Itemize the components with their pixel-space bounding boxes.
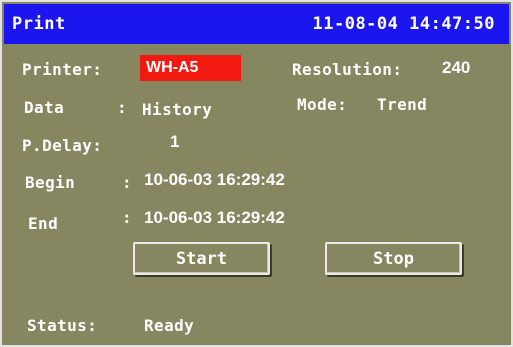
resolution-value[interactable]: 240 [442,58,470,78]
start-button[interactable]: Start [133,242,270,275]
end-label: End [28,214,59,233]
stop-button[interactable]: Stop [325,242,462,275]
mode-label: Mode: [297,95,348,114]
screen-title: Print [12,14,66,34]
p-delay-value[interactable]: 1 [170,132,179,152]
printer-field[interactable]: WH-A5 [140,55,241,81]
p-delay-label: P.Delay: [22,136,103,155]
data-label: Data [24,98,65,117]
printer-label: Printer: [22,60,103,79]
data-separator: : [117,98,128,117]
title-bar: Print 11-08-04 14:47:50 [4,4,509,44]
end-value[interactable]: 10-06-03 16:29:42 [144,208,285,228]
mode-value[interactable]: Trend [377,95,427,114]
resolution-label: Resolution: [292,60,403,79]
status-label: Status: [27,316,98,335]
status-value: Ready [144,316,195,335]
end-separator: : [122,208,133,227]
clock-datetime: 11-08-04 14:47:50 [312,14,495,34]
begin-separator: : [122,173,133,192]
data-value[interactable]: History [142,100,212,119]
begin-label: Begin [25,173,76,192]
begin-value[interactable]: 10-06-03 16:29:42 [144,170,285,190]
print-screen: Print 11-08-04 14:47:50 Printer: WH-A5 R… [0,0,513,347]
